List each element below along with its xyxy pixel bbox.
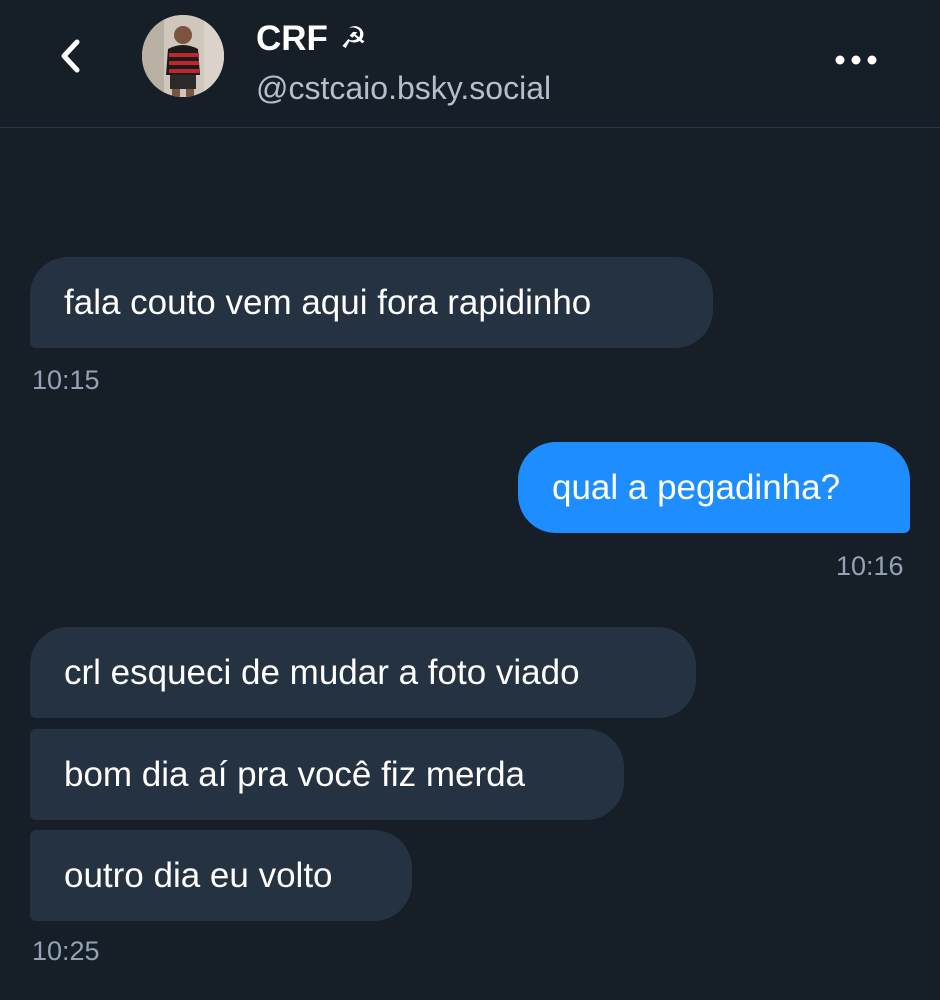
message-bubble-incoming[interactable]: outro dia eu volto (30, 830, 412, 921)
message-timestamp: 10:16 (836, 551, 904, 581)
avatar[interactable] (142, 15, 224, 97)
message-text: qual a pegadinha? (552, 467, 841, 507)
message-bubble-incoming[interactable]: bom dia aí pra você fiz merda (30, 729, 624, 820)
chevron-left-icon (61, 39, 80, 73)
message-bubble-incoming[interactable]: crl esqueci de mudar a foto viado (30, 627, 696, 718)
back-button[interactable] (48, 34, 92, 78)
message-text: bom dia aí pra você fiz merda (64, 754, 526, 794)
message-text: fala couto vem aqui fora rapidinho (64, 282, 592, 322)
more-horizontal-icon (835, 55, 877, 65)
message-bubble-outgoing[interactable]: qual a pegadinha? (518, 442, 910, 533)
contact-name: CRF (256, 19, 328, 58)
hammer-sickle-icon: ☭ (339, 21, 367, 56)
message-timestamp: 10:15 (32, 365, 100, 395)
message-timestamp: 10:25 (32, 936, 100, 966)
more-options-button[interactable] (826, 40, 886, 80)
contact-name-row: CRF ☭ (256, 18, 367, 60)
message-text: crl esqueci de mudar a foto viado (64, 652, 580, 692)
message-text: outro dia eu volto (64, 855, 333, 895)
conversation-header: CRF ☭ @cstcaio.bsky.social (0, 0, 940, 128)
contact-handle: @cstcaio.bsky.social (256, 70, 552, 106)
message-bubble-incoming[interactable]: fala couto vem aqui fora rapidinho (30, 257, 713, 348)
